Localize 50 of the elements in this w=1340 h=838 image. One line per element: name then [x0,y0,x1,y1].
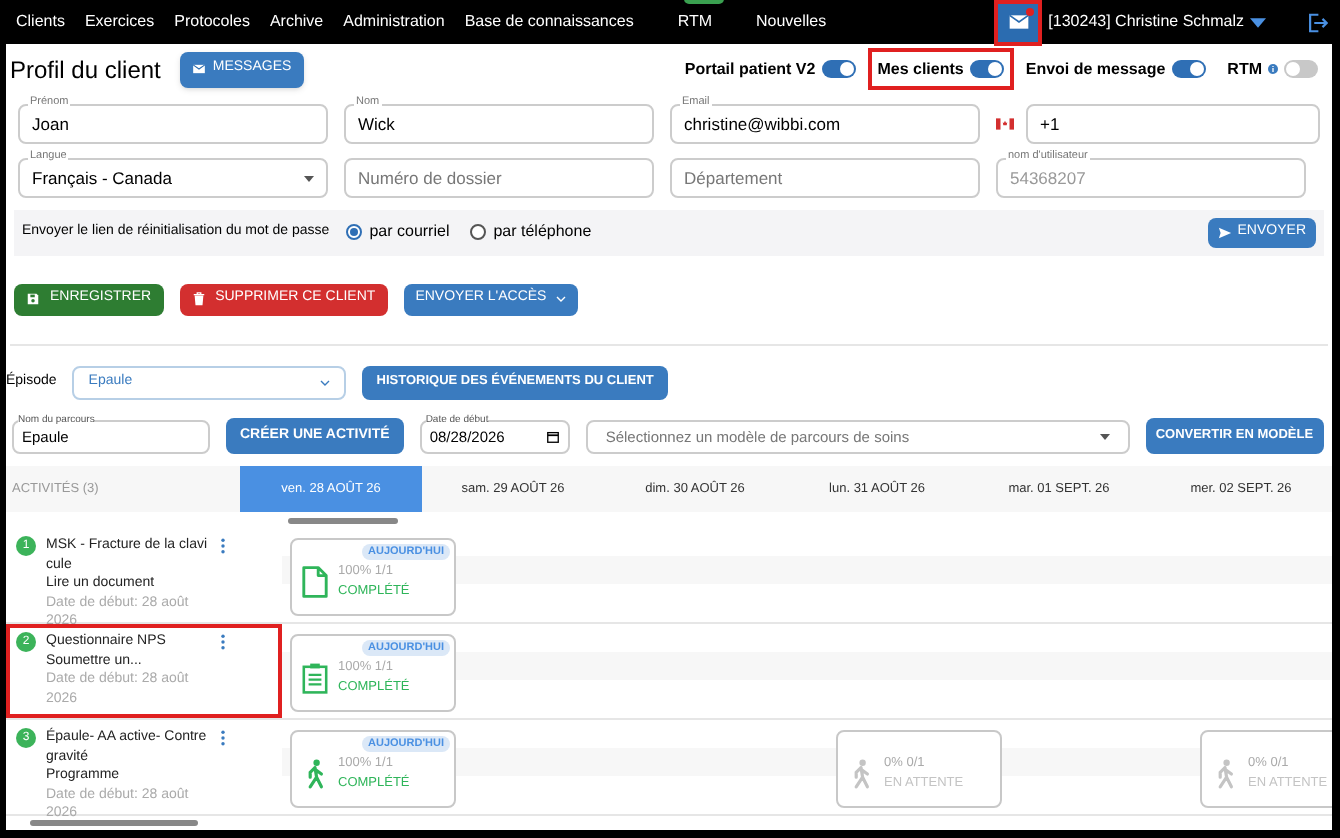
scrollbar-thumb[interactable] [288,517,398,523]
nav-link[interactable]: Nouvelles [756,12,827,30]
nav-link[interactable]: Archive [269,12,324,30]
toggle-switch[interactable] [969,60,1004,79]
mail-icon [1007,14,1030,30]
input-field[interactable]: Numéro de dossier [344,158,654,199]
caret-icon [304,175,314,182]
more-options-icon[interactable] [220,730,226,746]
toggle-label: RTM [1227,57,1262,82]
logout-icon[interactable] [1306,11,1328,33]
toggle-label: Envoi de message [1025,57,1166,82]
toggle-switch[interactable] [1171,60,1206,79]
chevron-down-icon [320,379,331,386]
toggle-switch[interactable] [1284,60,1318,79]
toggle-setting[interactable]: RTM [1221,52,1324,87]
caret-icon [1250,17,1266,27]
info-icon [1268,64,1278,75]
clipboard-icon [302,662,328,694]
chevron-down-icon [556,296,567,303]
calendar-icon[interactable] [545,429,560,444]
nav-link[interactable]: RTM [677,12,712,30]
mail-icon [192,64,207,75]
more-options-icon[interactable] [220,538,226,554]
document-icon [302,566,328,598]
radio-option[interactable]: par téléphone [469,220,592,245]
user-menu[interactable]: [130243] Christine Schmalz [1048,10,1266,34]
send-icon [1217,225,1232,240]
nav-link[interactable]: Protocoles [174,12,250,30]
caret-icon [1099,433,1110,440]
toggle-label: Mes clients [877,57,964,82]
toggle-switch[interactable] [821,60,856,79]
nav-link[interactable]: Base de connaissances [464,12,634,30]
input-field[interactable]: Département [670,158,980,199]
scrollbar-thumb[interactable] [30,820,198,826]
radio-option[interactable]: par courriel [345,220,450,245]
phone-field[interactable]: +1 [1026,104,1320,145]
save-icon [26,292,40,307]
toggle-label: Portail patient V2 [684,57,816,82]
toggle-setting[interactable]: Mes clients [871,52,1010,87]
mail-button[interactable] [998,3,1039,41]
nav-link[interactable]: Clients [16,12,65,30]
toggle-setting[interactable]: Portail patient V2 [678,52,862,87]
trash-icon [191,292,206,307]
input-field[interactable]: Wick [344,104,654,145]
nav-link[interactable]: Exercices [84,12,155,30]
toggle-setting[interactable]: Envoi de message [1019,52,1212,87]
nav-link[interactable]: Administration [343,12,445,30]
more-options-icon[interactable] [220,634,226,650]
page-title: Profil du client [10,53,161,88]
canada-flag-icon[interactable] [996,118,1014,131]
